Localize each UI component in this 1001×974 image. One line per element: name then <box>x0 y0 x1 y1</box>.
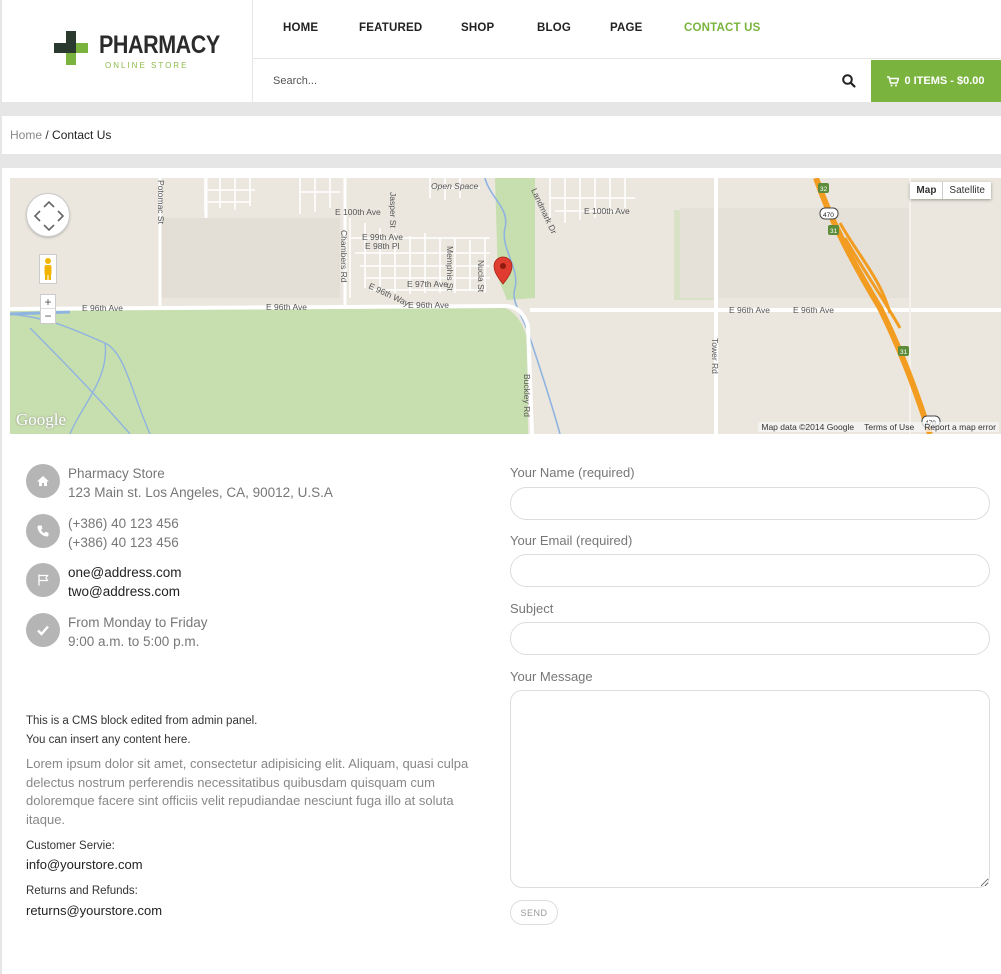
returns-label: Returns and Refunds: <box>26 885 138 897</box>
map-label: 31 <box>900 349 908 356</box>
cms-paragraph: Lorem ipsum dolor sit amet, consectetur … <box>26 756 469 827</box>
nav-home[interactable]: HOME <box>283 22 318 34</box>
map-terms-link[interactable]: Terms of Use <box>864 422 914 432</box>
map-tab-satellite[interactable]: Satellite <box>943 182 991 199</box>
map-label: E 96th Ave <box>793 305 834 315</box>
hours-time: 9:00 a.m. to 5:00 p.m. <box>68 634 200 649</box>
store-name: Pharmacy Store <box>68 466 165 481</box>
message-label: Your Message <box>510 669 593 684</box>
breadcrumb: Home / Contact Us <box>2 116 1001 154</box>
search-icon[interactable] <box>841 73 857 89</box>
home-icon <box>26 464 60 498</box>
map-label: E 100th Ave <box>584 206 630 216</box>
cart-icon <box>887 75 900 86</box>
email-link[interactable]: two@address.com <box>68 582 182 601</box>
nav-contact-us[interactable]: CONTACT US <box>684 22 761 34</box>
phone-icon <box>26 514 60 548</box>
breadcrumb-home[interactable]: Home <box>10 128 42 142</box>
page: PHARMACY ONLINE STORE HOME FEATURED SHOP… <box>2 0 1001 974</box>
subject-field[interactable] <box>510 622 990 655</box>
name-field[interactable] <box>510 487 990 520</box>
hours-text: From Monday to Friday 9:00 a.m. to 5:00 … <box>68 613 208 651</box>
map-label: Chambers Rd <box>339 230 349 283</box>
nav-blog[interactable]: BLOG <box>537 22 571 34</box>
map-zoom-control: + − <box>40 294 56 324</box>
nav-featured[interactable]: FEATURED <box>359 22 422 34</box>
cart-button[interactable]: 0 ITEMS - $0.00 <box>871 60 1001 102</box>
map-canvas: E 96th Ave E 96th Ave E 96th Ave E 96th … <box>10 178 1001 434</box>
hours-days: From Monday to Friday <box>68 615 208 630</box>
logo-title: PHARMACY <box>99 31 220 59</box>
address-text: Pharmacy Store 123 Main st. Los Angeles,… <box>68 464 333 502</box>
nav-shop[interactable]: SHOP <box>461 22 494 34</box>
map-label: Nucla St <box>476 260 486 293</box>
zoom-out-button[interactable]: − <box>41 309 55 323</box>
divider-band <box>2 154 1001 168</box>
email-link[interactable]: one@address.com <box>68 563 182 582</box>
email-label: Your Email (required) <box>510 533 633 548</box>
cart-label: 0 ITEMS - $0.00 <box>904 75 985 87</box>
phone-number: (+386) 40 123 456 <box>68 535 179 550</box>
breadcrumb-separator: / <box>42 128 53 142</box>
map-pan-control[interactable] <box>26 193 70 237</box>
main-nav: HOME FEATURED SHOP BLOG PAGE CONTACT US <box>253 0 1001 59</box>
send-button[interactable]: SEND <box>510 900 558 925</box>
phone-text: (+386) 40 123 456 (+386) 40 123 456 <box>68 514 179 552</box>
nav-page[interactable]: PAGE <box>610 22 643 34</box>
map-label: E 96th Ave <box>82 303 123 313</box>
cms-line: You can insert any content here. <box>26 734 191 746</box>
map-label: E 98th Pl <box>365 241 400 251</box>
map-label: Buckley Rd <box>522 374 532 417</box>
map-label: 32 <box>820 186 828 193</box>
pan-arrows-icon <box>33 200 65 232</box>
cms-block: This is a CMS block edited from admin pa… <box>26 712 476 750</box>
google-map[interactable]: E 96th Ave E 96th Ave E 96th Ave E 96th … <box>10 178 1001 434</box>
logo[interactable]: PHARMACY ONLINE STORE <box>2 0 253 102</box>
zoom-in-button[interactable]: + <box>41 295 55 309</box>
map-label: Open Space <box>431 181 479 191</box>
map-label: E 96th Ave <box>729 305 770 315</box>
phone-number: (+386) 40 123 456 <box>68 516 179 531</box>
map-label: Memphis St <box>445 246 455 292</box>
search-bar: 0 ITEMS - $0.00 <box>253 60 1001 102</box>
map-label: 470 <box>823 212 834 219</box>
map-attribution: Map data ©2014 Google Terms of Use Repor… <box>758 422 999 432</box>
subject-label: Subject <box>510 601 554 616</box>
map-label: E 96th Ave <box>408 300 449 310</box>
search-input[interactable] <box>273 70 833 92</box>
map-label: 31 <box>830 228 838 235</box>
site-header: PHARMACY ONLINE STORE HOME FEATURED SHOP… <box>2 0 1001 102</box>
map-label: E 96th Ave <box>266 302 307 312</box>
map-label: Jasper St <box>388 192 398 229</box>
cms-line: This is a CMS block edited from admin pa… <box>26 715 258 727</box>
map-label: E 100th Ave <box>335 207 381 217</box>
map-data-credit: Map data ©2014 Google <box>761 422 855 432</box>
map-label: Tower Rd <box>710 338 720 374</box>
street-view-pegman-icon[interactable] <box>39 254 57 284</box>
map-tab-map[interactable]: Map <box>910 182 944 199</box>
store-address: 123 Main st. Los Angeles, CA, 90012, U.S… <box>68 485 333 500</box>
google-logo: Google <box>16 410 67 429</box>
email-field[interactable] <box>510 554 990 587</box>
divider-band <box>2 102 1001 116</box>
logo-subtitle: ONLINE STORE <box>105 61 189 70</box>
map-type-toggle: Map Satellite <box>910 182 991 199</box>
map-label: Potomac St <box>156 180 166 225</box>
returns-email[interactable]: returns@yourstore.com <box>26 903 162 918</box>
message-field[interactable] <box>510 690 990 888</box>
map-report-error-link[interactable]: Report a map error <box>924 422 996 432</box>
email-text: one@address.com two@address.com <box>68 563 182 601</box>
breadcrumb-current: Contact Us <box>52 128 112 142</box>
name-label: Your Name (required) <box>510 465 635 480</box>
flag-icon <box>26 563 60 597</box>
map-label: E 97th Ave <box>407 279 448 289</box>
customer-service-label: Customer Servie: <box>26 840 115 852</box>
pharmacy-cross-icon <box>54 31 88 65</box>
checkmark-icon <box>26 613 60 647</box>
customer-service-email[interactable]: info@yourstore.com <box>26 857 143 872</box>
